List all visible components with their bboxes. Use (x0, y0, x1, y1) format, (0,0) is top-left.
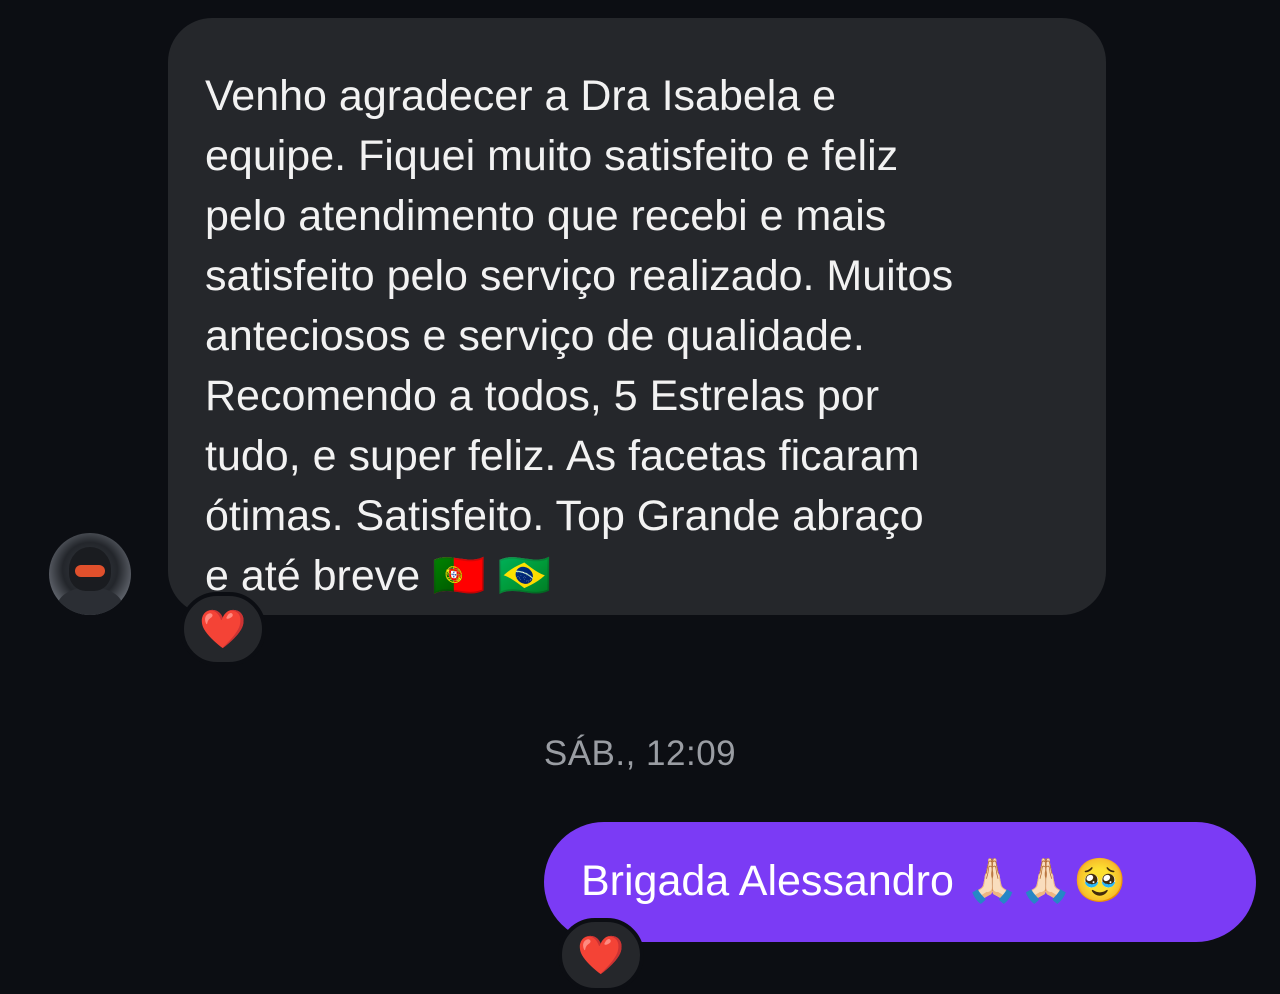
visor-shape (75, 565, 105, 577)
chat-thread: Venho agradecer a Dra Isabela e equipe. … (0, 0, 1280, 994)
outgoing-message-reaction[interactable]: ❤️ (558, 918, 644, 992)
sender-avatar[interactable] (49, 533, 131, 615)
heart-icon: ❤️ (199, 607, 247, 651)
incoming-message-bubble[interactable]: Venho agradecer a Dra Isabela e equipe. … (168, 18, 1106, 615)
incoming-message-reaction[interactable]: ❤️ (180, 592, 266, 666)
avatar-body-shape (57, 587, 123, 615)
outgoing-message-bubble[interactable]: Brigada Alessandro 🙏🏻🙏🏻🥹 (544, 822, 1256, 942)
heart-icon: ❤️ (577, 933, 625, 977)
message-timestamp: SÁB., 12:09 (543, 734, 737, 773)
